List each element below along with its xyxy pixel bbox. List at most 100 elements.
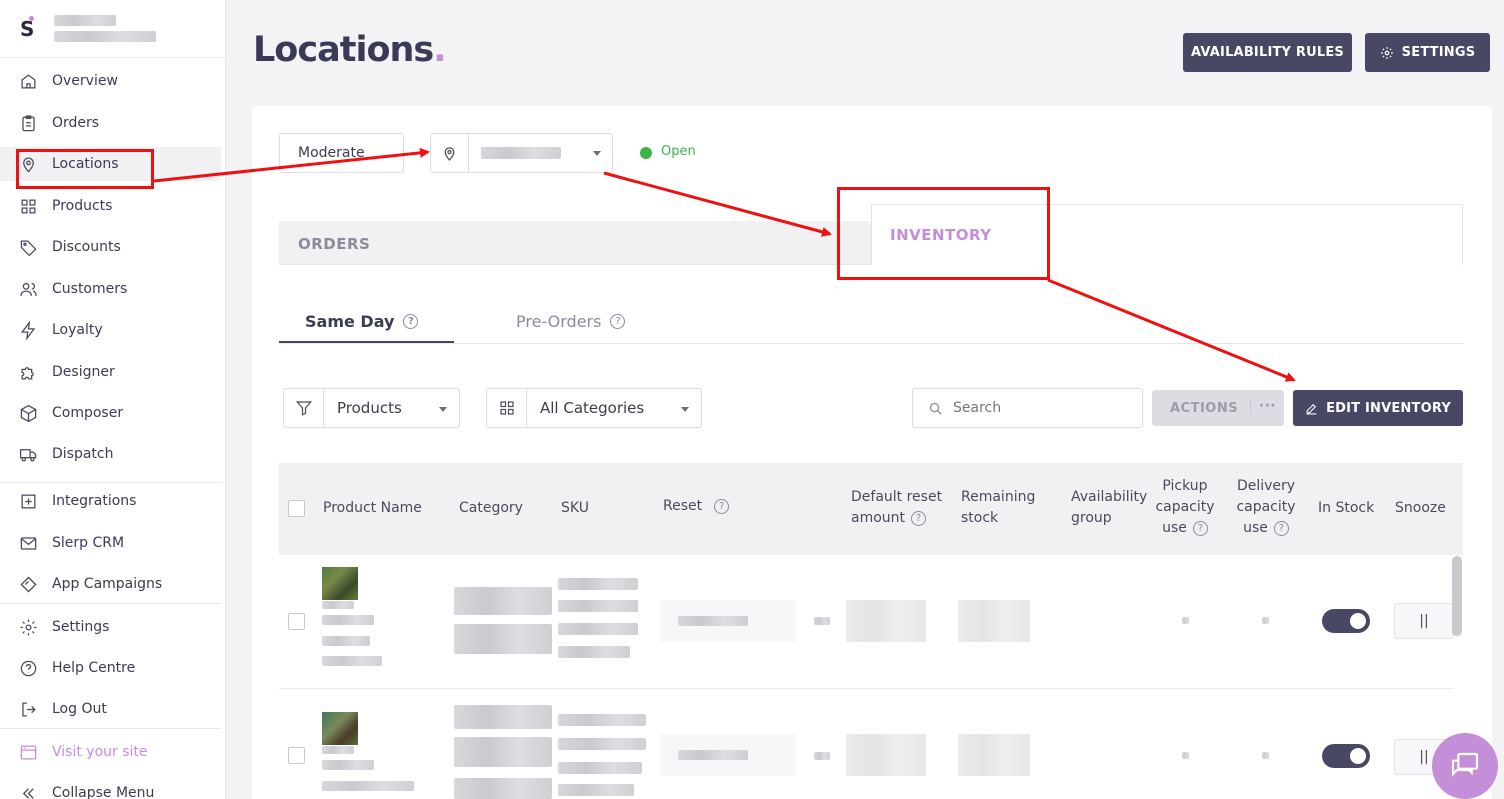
column-snooze[interactable]: Snooze (1395, 498, 1446, 519)
snooze-button[interactable]: || (1394, 603, 1454, 639)
sidebar-item-customers[interactable]: Customers (0, 272, 221, 306)
column-reset[interactable]: Reset? (663, 496, 730, 517)
search-input[interactable] (953, 400, 1133, 416)
sidebar-item-loyalty[interactable]: Loyalty (0, 313, 221, 347)
grid-icon (18, 196, 38, 216)
reset-select-redacted[interactable] (660, 734, 796, 776)
chevrons-left-icon (18, 783, 38, 799)
grid-icon (487, 389, 527, 427)
column-pickup-capacity[interactable]: Pickup capacity use? (1153, 476, 1217, 539)
sidebar-item-integrations[interactable]: Integrations (0, 484, 221, 518)
row-divider (279, 688, 1454, 689)
sidebar-item-visit-site[interactable]: Visit your site (0, 735, 221, 769)
sidebar-divider (0, 482, 221, 483)
in-stock-toggle[interactable] (1322, 744, 1370, 768)
in-stock-toggle[interactable] (1322, 609, 1370, 633)
sidebar-item-label: Slerp CRM (52, 535, 125, 551)
lightning-icon (18, 320, 38, 340)
sidebar-item-label: Overview (52, 73, 118, 89)
brand-logo: S (20, 15, 35, 41)
column-sku[interactable]: SKU (561, 498, 589, 519)
sidebar-item-label: Orders (52, 115, 100, 131)
help-icon: ? (714, 499, 730, 514)
sidebar-item-label: Settings (52, 619, 110, 635)
sidebar-item-label: Log Out (52, 701, 107, 717)
sidebar-item-collapse-menu[interactable]: Collapse Menu (0, 776, 221, 799)
question-circle-icon (18, 658, 38, 678)
gear-icon (18, 617, 38, 637)
pickup-value (1182, 617, 1189, 624)
help-icon: ? (1192, 521, 1208, 536)
column-category[interactable]: Category (459, 498, 523, 519)
brand-name-redacted (54, 15, 156, 42)
help-icon: ? (911, 511, 927, 526)
sidebar-item-label: Help Centre (52, 660, 136, 676)
reset-select-redacted[interactable] (660, 600, 796, 642)
remaining-stock-input[interactable] (958, 734, 1030, 776)
edit-inventory-button[interactable]: EDIT INVENTORY (1293, 390, 1463, 426)
sidebar-item-help-centre[interactable]: Help Centre (0, 651, 221, 685)
sidebar-item-label: Customers (52, 281, 128, 297)
brand[interactable]: S (0, 0, 225, 58)
gear-icon (1380, 46, 1394, 60)
truck-icon (18, 444, 38, 464)
logout-icon (18, 699, 38, 719)
sidebar-item-label: Integrations (52, 493, 137, 509)
column-delivery-capacity[interactable]: Delivery capacity use? (1232, 476, 1300, 539)
subtab-pre-orders[interactable]: Pre-Orders ? (516, 312, 626, 331)
tab-orders[interactable]: ORDERS (279, 221, 871, 265)
availability-rules-button[interactable]: AVAILABILITY RULES (1183, 33, 1352, 72)
table-scrollbar[interactable] (1452, 556, 1462, 636)
sidebar-item-orders[interactable]: Orders (0, 106, 221, 140)
sidebar-item-discounts[interactable]: Discounts (0, 230, 221, 264)
sidebar-item-designer[interactable]: Designer (0, 355, 221, 389)
chat-icon (1449, 750, 1481, 782)
default-reset-input[interactable] (846, 600, 926, 642)
subtab-same-day[interactable]: Same Day ? (305, 312, 419, 331)
browser-icon (18, 742, 38, 762)
row-checkbox[interactable] (288, 613, 305, 630)
location-select[interactable] (430, 133, 613, 173)
column-default-reset-amount[interactable]: Default reset amount? (851, 487, 942, 529)
sidebar-item-app-campaigns[interactable]: App Campaigns (0, 567, 221, 601)
category-filter-select[interactable]: All Categories (486, 388, 702, 428)
column-in-stock[interactable]: In Stock (1318, 498, 1374, 519)
chat-widget-button[interactable] (1432, 733, 1498, 799)
help-icon: ? (403, 314, 419, 329)
reset-value-redacted (814, 752, 830, 760)
type-filter-select[interactable]: Products (283, 388, 460, 428)
help-icon: ? (1273, 521, 1289, 536)
subtab-divider (279, 343, 1463, 344)
sidebar-item-log-out[interactable]: Log Out (0, 692, 221, 726)
product-thumbnail (322, 567, 358, 600)
reset-value-redacted (814, 617, 830, 625)
puzzle-icon (18, 362, 38, 382)
help-icon: ? (610, 314, 626, 329)
sidebar-item-label: Composer (52, 405, 124, 421)
sidebar-item-settings[interactable]: Settings (0, 610, 221, 644)
row-checkbox[interactable] (288, 747, 305, 764)
sidebar-item-slerp-crm[interactable]: Slerp CRM (0, 526, 221, 560)
mode-select[interactable]: Moderate ⌄ (279, 133, 404, 173)
users-icon (18, 279, 38, 299)
default-reset-input[interactable] (846, 734, 926, 776)
search-icon (928, 401, 943, 416)
sidebar-item-label: Loyalty (52, 322, 103, 338)
sidebar-item-dispatch[interactable]: Dispatch (0, 437, 221, 471)
sidebar-item-overview[interactable]: Overview (0, 64, 221, 98)
settings-button[interactable]: SETTINGS (1365, 33, 1490, 72)
sidebar-item-label: Dispatch (52, 446, 114, 462)
column-product-name[interactable]: Product Name (323, 498, 422, 519)
remaining-stock-input[interactable] (958, 600, 1030, 642)
search-field[interactable] (912, 388, 1143, 428)
sidebar-item-composer[interactable]: Composer (0, 396, 221, 430)
column-availability-group[interactable]: Availability group (1071, 487, 1147, 529)
select-all-checkbox[interactable] (288, 500, 305, 517)
column-remaining-stock[interactable]: Remaining stock (961, 487, 1035, 529)
page-title: Locations. (253, 30, 447, 70)
caret-down-icon (681, 407, 689, 412)
actions-button[interactable]: ACTIONS ··· (1152, 390, 1284, 426)
location-name-redacted (481, 147, 561, 159)
caret-down-icon (593, 151, 601, 156)
sidebar-item-products[interactable]: Products (0, 189, 221, 223)
